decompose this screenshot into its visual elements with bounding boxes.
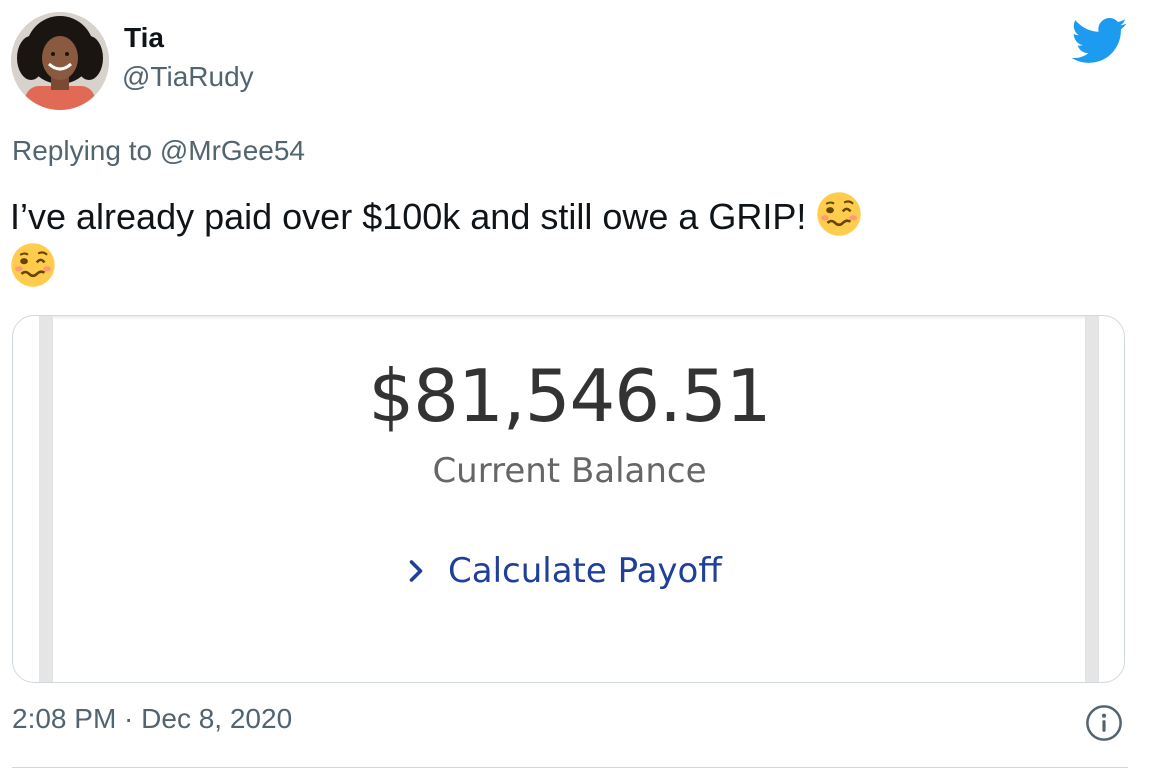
info-icon[interactable]: [1085, 704, 1123, 742]
author-handle[interactable]: @TiaRudy: [122, 63, 254, 91]
bottom-divider: [12, 767, 1128, 768]
calculate-payoff-label: Calculate Payoff: [448, 551, 722, 591]
balance-amount: $81,546.51: [368, 354, 771, 438]
tweet-text: I’ve already paid over $100k and still o…: [10, 191, 1130, 293]
author-name[interactable]: Tia: [124, 24, 164, 52]
avatar[interactable]: [11, 12, 109, 110]
calculate-payoff-link[interactable]: Calculate Payoff: [406, 549, 722, 593]
avatar-image: [11, 12, 109, 110]
media-card[interactable]: $81,546.51 Current Balance Calculate Pay…: [12, 315, 1125, 683]
balance-label: Current Balance: [432, 451, 707, 491]
woozy-face-icon: [817, 192, 862, 236]
twitter-bird-icon[interactable]: [1072, 18, 1128, 64]
card-top-shadow: [53, 316, 1085, 320]
replying-to[interactable]: Replying to @MrGee54: [12, 137, 305, 165]
chevron-right-icon: [409, 560, 423, 582]
tweet-body: I’ve already paid over $100k and still o…: [10, 196, 807, 237]
tweet-timestamp[interactable]: 2:08 PM · Dec 8, 2020: [12, 705, 292, 733]
woozy-face-icon: [11, 243, 55, 287]
